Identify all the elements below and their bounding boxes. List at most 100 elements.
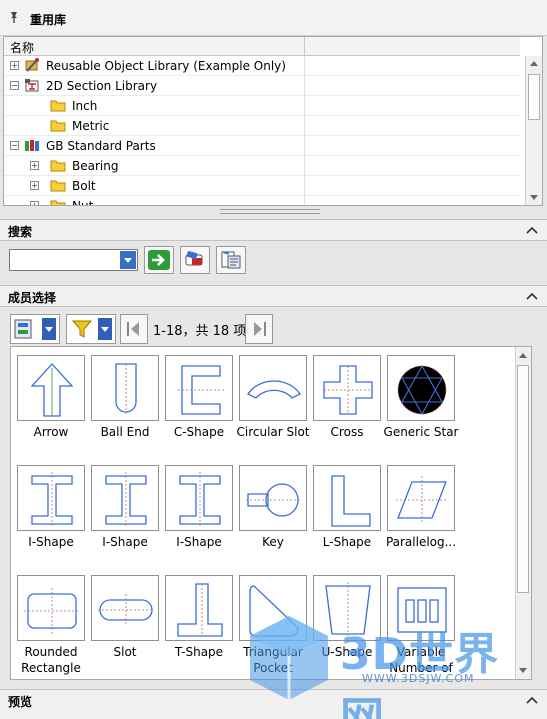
collapse-node-icon[interactable]: − (10, 81, 19, 90)
i-shape-icon (105, 472, 147, 528)
member-thumbnail[interactable] (387, 575, 455, 641)
collapse-icon[interactable] (525, 290, 539, 304)
column-separator (304, 116, 305, 136)
member-thumbnail[interactable] (387, 355, 455, 421)
column-separator (304, 76, 305, 96)
collapse-icon[interactable] (525, 224, 539, 238)
member-section-header[interactable]: 成员选择 (0, 285, 547, 307)
column-separator (304, 196, 305, 205)
chevron-right-icon (254, 322, 266, 336)
star-shape-icon (397, 364, 447, 416)
go-search-button[interactable] (144, 246, 174, 274)
collapse-icon[interactable] (525, 694, 539, 708)
preview-section-header[interactable]: 预览 (0, 689, 547, 719)
member-thumbnail[interactable] (17, 465, 85, 531)
folder-icon (50, 180, 66, 192)
scroll-down-icon[interactable] (519, 668, 527, 673)
member-thumbnail[interactable] (17, 575, 85, 641)
view-mode-dropdown[interactable] (10, 314, 60, 344)
member-thumbnail[interactable] (313, 575, 381, 641)
scroll-down-icon[interactable] (530, 195, 538, 200)
c-shape-icon (178, 365, 224, 415)
member-thumbnail[interactable] (17, 355, 85, 421)
circular-slot-icon (247, 380, 301, 399)
tree-rows: + Reusable Object Library (Example Only) −… (4, 56, 520, 205)
i-shape-icon (179, 472, 221, 528)
cross-shape-icon (323, 365, 373, 415)
member-thumbnail[interactable] (313, 355, 381, 421)
expand-icon[interactable]: + (10, 61, 19, 70)
folder-icon (50, 120, 66, 132)
next-page-button[interactable] (245, 314, 273, 344)
tree-row-label: 2D Section Library (46, 79, 158, 93)
member-thumbnail[interactable] (91, 355, 159, 421)
scroll-thumb[interactable] (528, 74, 540, 120)
panel-splitter[interactable] (220, 209, 320, 214)
pin-icon[interactable] (8, 11, 20, 23)
expand-icon[interactable]: + (30, 161, 39, 170)
expand-icon[interactable]: + (30, 181, 39, 190)
member-thumbnail[interactable] (165, 575, 233, 641)
member-grid[interactable]: Arrow Ball End C-Shape Circular Slot Cross Ge… (10, 346, 532, 680)
member-label: Rounded Rectangle (21, 645, 81, 675)
member-thumbnail[interactable] (239, 575, 307, 641)
tree-row[interactable]: Inch (4, 96, 520, 116)
tree-row-label: Reusable Object Library (Example Only) (46, 59, 286, 73)
member-thumbnail[interactable] (91, 575, 159, 641)
chevron-down-icon[interactable] (120, 251, 136, 269)
member-label: I-Shape (28, 535, 74, 549)
member-thumbnail[interactable] (239, 355, 307, 421)
member-thumbnail[interactable] (165, 465, 233, 531)
tree-row-label: Bearing (72, 159, 119, 173)
tree-row[interactable]: + Nut (4, 196, 520, 205)
u-shape-icon (325, 582, 371, 638)
member-label: Parallelog... (385, 535, 457, 549)
member-label: Arrow (33, 425, 69, 439)
library-icon (25, 58, 39, 72)
member-label: Slot (113, 645, 137, 659)
tree-row[interactable]: + Bearing (4, 156, 520, 176)
tree-scrollbar[interactable] (525, 56, 542, 205)
ball-end-shape-icon (115, 363, 137, 416)
search-options-button[interactable] (216, 246, 246, 274)
reuse-library-header: 重用库 (0, 0, 547, 36)
folder-icon (50, 100, 66, 112)
column-name-label: 名称 (10, 41, 35, 55)
tree-row[interactable]: + Reusable Object Library (Example Only) (4, 56, 520, 76)
scroll-up-icon[interactable] (530, 61, 538, 66)
member-thumbnail[interactable] (91, 465, 159, 531)
search-section-header[interactable]: 搜索 (0, 219, 547, 241)
column-separator (304, 176, 305, 196)
tree-row[interactable]: − GB Standard Parts (4, 136, 520, 156)
scroll-up-icon[interactable] (519, 353, 527, 358)
filter-dropdown[interactable] (66, 314, 116, 344)
scroll-thumb[interactable] (517, 365, 529, 593)
member-label: Key (262, 535, 284, 549)
member-label: L-Shape (322, 535, 372, 549)
column-separator[interactable] (304, 37, 305, 56)
member-thumbnail[interactable] (239, 465, 307, 531)
key-shape-icon (246, 483, 302, 517)
previous-page-button[interactable] (120, 314, 148, 344)
tree-column-header[interactable]: 名称 (4, 37, 520, 56)
member-label: U-Shape (321, 645, 373, 659)
member-thumbnail[interactable] (313, 465, 381, 531)
member-thumbnail[interactable] (165, 355, 233, 421)
expand-icon[interactable]: + (30, 201, 39, 205)
i-shape-icon (31, 472, 73, 528)
member-label: Ball End (100, 425, 150, 439)
member-thumbnail[interactable] (387, 465, 455, 531)
member-label: Cross (330, 425, 364, 439)
library-tree[interactable]: 名称 + Reusable Object Library (Example Onl… (3, 36, 543, 206)
search-combobox[interactable] (9, 249, 138, 271)
search-section-title: 搜索 (8, 225, 33, 239)
member-section-title: 成员选择 (8, 291, 57, 305)
tree-row[interactable]: + Bolt (4, 176, 520, 196)
tree-row[interactable]: Metric (4, 116, 520, 136)
tree-row[interactable]: − 2D Section Library (4, 76, 520, 96)
clear-search-button[interactable] (180, 246, 210, 274)
folder-icon (50, 200, 66, 205)
collapse-node-icon[interactable]: − (10, 141, 19, 150)
member-grid-scrollbar[interactable] (515, 347, 531, 679)
tree-row-label: GB Standard Parts (46, 139, 156, 153)
